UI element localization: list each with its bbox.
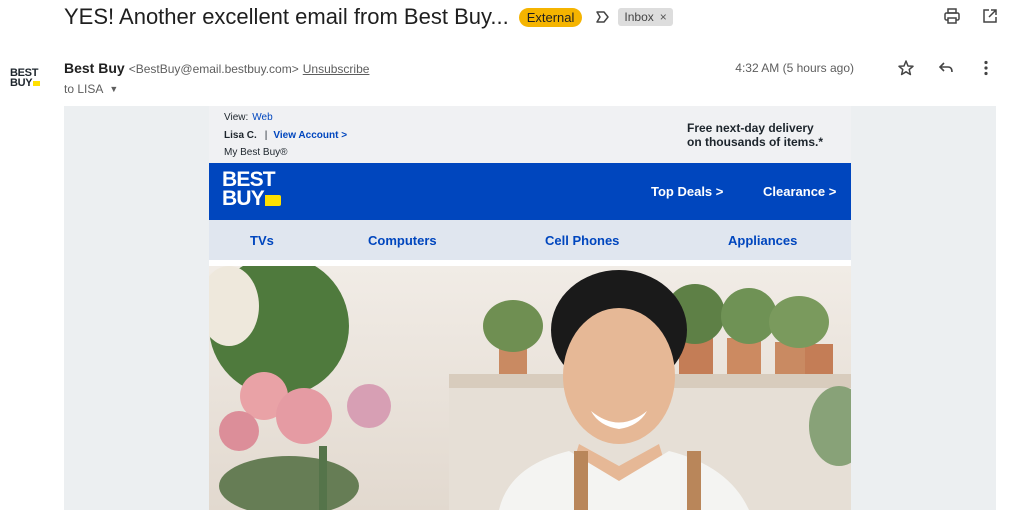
account-separator: | [264, 130, 268, 141]
view-label: View: [224, 112, 249, 123]
top-deals-link[interactable]: Top Deals > [651, 184, 723, 199]
sender-line: Best Buy <BestBuy@email.bestbuy.com> Uns… [64, 60, 369, 76]
category-appliances[interactable]: Appliances [728, 233, 797, 248]
email-body-canvas: View: Web Lisa C. | View Account > My Best … [64, 106, 996, 510]
category-tvs[interactable]: TVs [250, 233, 274, 248]
category-computers[interactable]: Computers [368, 233, 437, 248]
free-shipping-message: Free next-day delivery on thousands of i… [687, 121, 823, 149]
category-nav: TVs Computers Cell Phones Appliances [209, 220, 851, 260]
sender-email: <BestBuy@email.bestbuy.com> [128, 62, 299, 76]
brand-header: BEST BUY Top Deals > Clearance > [209, 163, 851, 220]
clearance-link[interactable]: Clearance > [763, 184, 836, 199]
timestamp: 4:32 AM (5 hours ago) [735, 61, 854, 75]
account-line: Lisa C. | View Account > [224, 130, 347, 141]
logo-line-2: BUY [222, 187, 265, 210]
logo-tag-icon [264, 195, 281, 206]
view-account-link[interactable]: View Account > [273, 130, 347, 141]
thread-toolbar [942, 6, 1000, 26]
category-cell-phones[interactable]: Cell Phones [545, 233, 619, 248]
my-best-buy-text: My Best Buy® [224, 147, 288, 158]
print-icon[interactable] [942, 6, 962, 26]
open-in-new-icon[interactable] [980, 6, 1000, 26]
email-subject: YES! Another excellent email from Best B… [64, 4, 509, 29]
account-name: Lisa C. [224, 130, 257, 141]
more-options-icon[interactable] [976, 58, 996, 78]
remove-label-icon[interactable]: × [660, 10, 667, 24]
email-content: View: Web Lisa C. | View Account > My Best … [209, 106, 851, 510]
reply-icon[interactable] [936, 58, 956, 78]
subject-row: YES! Another excellent email from Best B… [64, 0, 1024, 34]
free-shipping-line-1: Free next-day delivery [686, 121, 814, 135]
recipient-line[interactable]: to LISA ▼ [64, 82, 118, 96]
inbox-label[interactable]: Inbox × [618, 8, 673, 26]
view-line: View: Web [224, 112, 273, 123]
best-buy-logo[interactable]: BEST BUY [222, 169, 281, 210]
star-icon[interactable] [896, 58, 916, 78]
unsubscribe-link[interactable]: Unsubscribe [303, 62, 370, 76]
view-web-link[interactable]: Web [252, 112, 272, 123]
inbox-label-text: Inbox [624, 10, 654, 24]
hero-image[interactable] [209, 266, 851, 510]
email-preheader: View: Web Lisa C. | View Account > My Best … [209, 106, 851, 163]
sender-name[interactable]: Best Buy [64, 60, 125, 76]
free-shipping-line-2: on thousands of items.* [686, 135, 823, 149]
chevron-down-icon[interactable]: ▼ [109, 84, 118, 94]
message-meta: 4:32 AM (5 hours ago) [735, 58, 996, 78]
external-badge: External [518, 7, 583, 27]
recipient-text: to LISA [64, 82, 104, 96]
sender-avatar: BEST BUY [10, 68, 46, 89]
label-important-icon[interactable] [594, 9, 610, 25]
